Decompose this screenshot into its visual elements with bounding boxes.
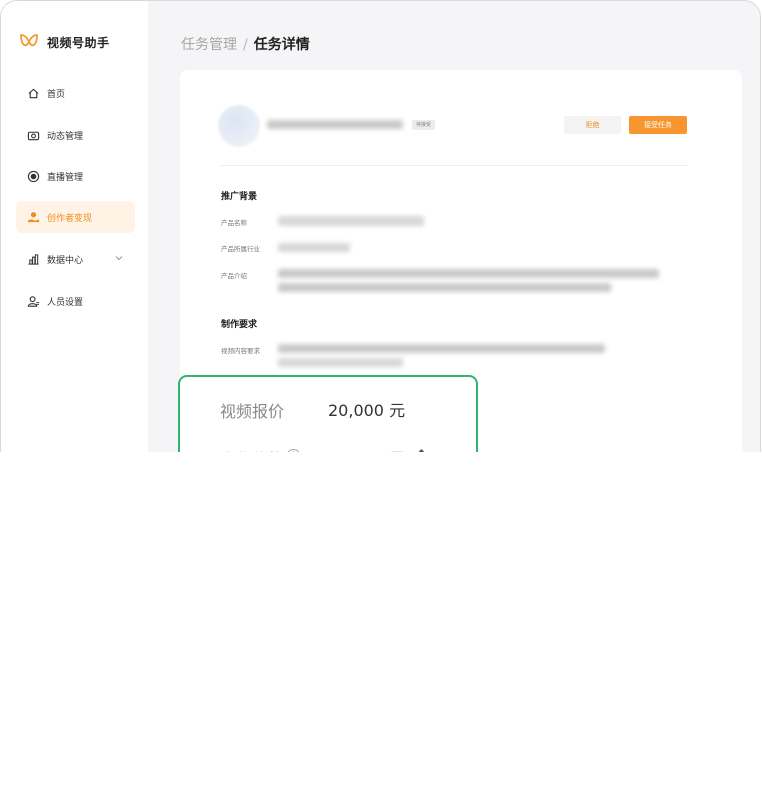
redacted-video-requirements-line-2 — [278, 358, 403, 367]
divider — [220, 165, 687, 166]
sidebar-item-label: 动态管理 — [47, 131, 84, 142]
redacted-product-industry — [278, 243, 350, 252]
blank-area — [0, 452, 762, 800]
redacted-product-intro-line-1 — [278, 269, 659, 278]
home-icon — [26, 86, 40, 100]
product-intro-label: 产品介绍 — [221, 272, 247, 280]
status-badge: 待接受 — [412, 120, 436, 130]
redacted-product-name — [278, 216, 424, 226]
camera-icon — [26, 128, 40, 142]
sidebar-item-user-settings[interactable]: 人员设置 — [16, 285, 135, 317]
video-quote-value: 20,000 元 — [328, 401, 406, 420]
breadcrumb: 任务管理 / 任务详情 — [181, 34, 310, 54]
sidebar-item-label: 人员设置 — [47, 297, 84, 308]
sidebar-item-data-center[interactable]: 数据中心 — [16, 243, 135, 275]
sidebar-item-home[interactable]: 首页 — [16, 77, 135, 109]
production-requirements-title: 制作要求 — [221, 320, 258, 330]
chevron-down-icon[interactable] — [115, 254, 123, 262]
sidebar-item-label: 首页 — [47, 89, 66, 100]
app-logo[interactable]: 视频号助手 — [19, 32, 110, 52]
sidebar-item-monetize[interactable]: 创作者变现 — [16, 201, 135, 233]
breadcrumb-separator: / — [243, 37, 248, 53]
promotion-background-title: 推广背景 — [221, 192, 258, 202]
sidebar-item-label: 数据中心 — [47, 255, 84, 266]
sidebar-item-posts[interactable]: 动态管理 — [16, 119, 135, 151]
sidebar: 视频号助手 首页 动态管理 直播管理 创作者变现 数据中心 人员设置 — [1, 1, 148, 452]
sidebar-item-live[interactable]: 直播管理 — [16, 160, 135, 192]
reject-button[interactable]: 拒绝 — [564, 116, 621, 134]
product-name-label: 产品名称 — [221, 219, 247, 227]
user-settings-icon — [26, 294, 40, 308]
accept-task-button[interactable]: 接受任务 — [629, 116, 687, 134]
breadcrumb-parent[interactable]: 任务管理 — [181, 37, 237, 53]
sidebar-item-label: 创作者变现 — [47, 213, 93, 224]
sidebar-item-label: 直播管理 — [47, 172, 84, 183]
redacted-task-title — [267, 120, 403, 129]
product-industry-label: 产品所属行业 — [221, 245, 260, 253]
monetize-icon — [26, 210, 40, 224]
page-title: 任务详情 — [253, 37, 310, 53]
avatar — [218, 105, 260, 147]
channels-logo-icon — [20, 34, 38, 47]
redacted-video-requirements-line-1 — [278, 344, 605, 353]
app-name: 视频号助手 — [47, 35, 110, 50]
chart-icon — [26, 252, 40, 266]
redacted-product-intro-line-2 — [278, 283, 611, 292]
live-icon — [26, 169, 40, 183]
video-content-requirements-label: 视频内容要求 — [221, 347, 260, 355]
video-quote-label: 视频报价 — [220, 402, 285, 421]
